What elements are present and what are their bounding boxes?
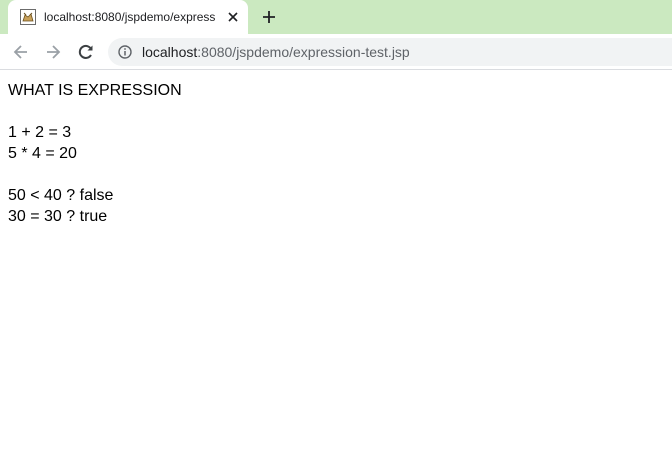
expression-line: 5 * 4 = 20 <box>8 145 77 162</box>
url-text[interactable]: localhost:8080/jspdemo/expression-test.j… <box>142 44 410 60</box>
page-heading: WHAT IS EXPRESSION <box>8 82 182 99</box>
address-bar[interactable]: localhost:8080/jspdemo/expression-test.j… <box>108 38 672 66</box>
tab-strip: localhost:8080/jspdemo/express <box>0 0 672 34</box>
back-arrow-icon[interactable] <box>11 42 31 62</box>
reload-icon[interactable] <box>76 42 96 62</box>
expression-line: 50 < 40 ? false <box>8 187 114 204</box>
browser-toolbar: localhost:8080/jspdemo/expression-test.j… <box>0 34 672 70</box>
url-path: :8080/jspdemo/expression-test.jsp <box>197 44 410 60</box>
tab-title: localhost:8080/jspdemo/express <box>44 10 216 24</box>
browser-tab[interactable]: localhost:8080/jspdemo/express <box>8 0 248 34</box>
page-content: WHAT IS EXPRESSION 1 + 2 = 3 5 * 4 = 20 … <box>8 80 182 227</box>
new-tab-plus-icon[interactable] <box>259 7 279 27</box>
expression-line: 1 + 2 = 3 <box>8 124 72 141</box>
expression-line: 30 = 30 ? true <box>8 208 108 225</box>
info-icon[interactable] <box>118 45 132 59</box>
forward-arrow-icon[interactable] <box>43 42 63 62</box>
url-host: localhost <box>142 44 198 60</box>
close-icon[interactable] <box>226 10 240 24</box>
tomcat-favicon-icon <box>20 9 36 25</box>
